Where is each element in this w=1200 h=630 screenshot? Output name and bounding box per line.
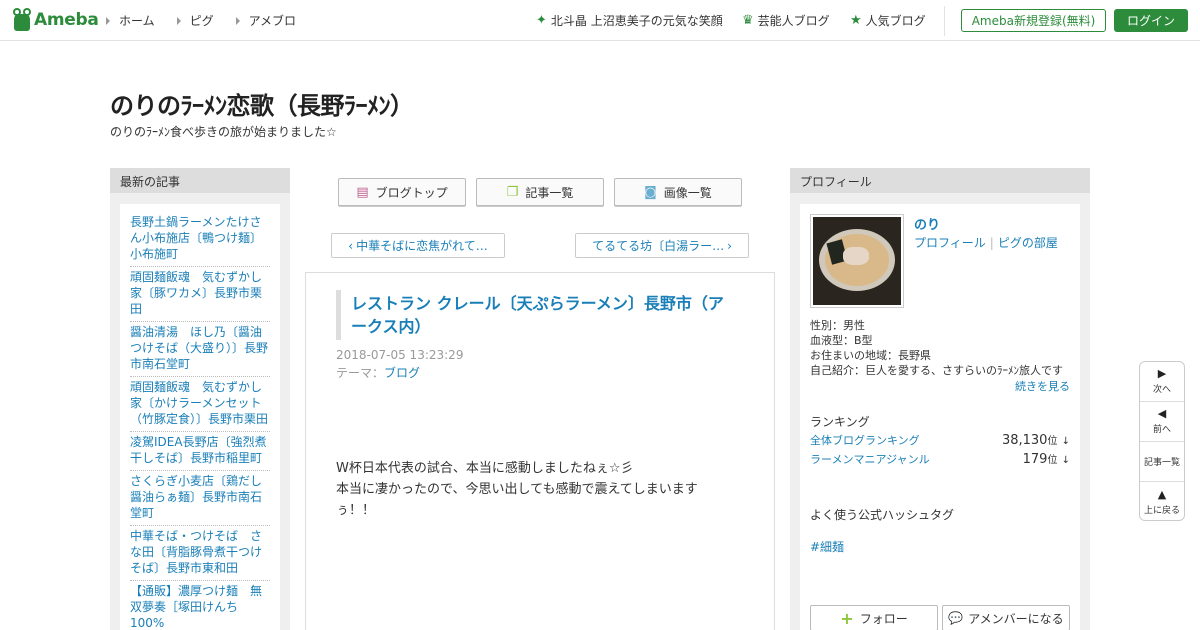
logo-text: Ameba [34,10,99,30]
global-header: Ameba ホーム ピグ アメブロ ✦ 北斗晶 上沼恵美子の元気な笑顔 ♛ 芸能人ブ… [0,0,1200,41]
recent-article-link[interactable]: 長野土鍋ラーメンたけさん小布施店〔鴨つけ麺〕小布施町 [130,212,270,267]
recent-article-link[interactable]: さくらぎ小麦店〔鶏だし醤油らぁ麺〕長野市南石堂町 [130,471,270,526]
floating-nav: ▶ 次へ ◀ 前へ 記事一覧 ▲ 上に戻る [1139,361,1185,521]
star-icon: ★ [850,13,862,28]
recent-article-link[interactable]: 頑固麺飯魂 気むずかし家〔かけラーメンセット（竹豚定食）〕長野市栗田 [130,377,270,432]
camera-icon: ◙ [644,184,657,200]
pages-icon: ❐ [506,184,519,200]
triangle-right-icon [106,16,110,25]
recent-articles-panel: 最新の記事 長野土鍋ラーメンたけさん小布施店〔鴨つけ麺〕小布施町 頑固麺飯魂 気… [110,168,290,630]
sparkle-icon: ✦ [536,13,547,28]
chat-icon: 💬 [948,611,964,625]
profile-panel: プロフィール のり プロフィール | ピグの部屋 性別：男性 血液型：B型 お住まい… [790,168,1090,630]
ranking-row: ラーメンマニアジャンル 179位 ↓ [810,451,1070,467]
chevron-right-icon: › [727,238,732,253]
ranking-heading: ランキング [810,415,870,429]
recent-articles-heading: 最新の記事 [110,168,290,193]
amember-button[interactable]: 💬 アメンバーになる [942,605,1070,630]
profile-link[interactable]: プロフィール [914,236,986,250]
blog-description: のりのﾗｰﾒﾝ食べ歩きの旅が始まりました☆ [110,125,337,139]
next-article-link[interactable]: てるてる坊〔白湯ラー… › [575,233,749,258]
login-button[interactable]: ログイン [1114,9,1188,32]
profile-area: お住まいの地域：長野県 [810,349,931,362]
article-paragraph: W杯日本代表の試合、本当に感動しましたねぇ☆彡 [336,461,634,476]
ranking-row: 全体ブログランキング 38,130位 ↓ [810,432,1070,448]
recent-article-link[interactable]: 頑固麺飯魂 気むずかし家〔豚ワカメ〕長野市栗田 [130,267,270,322]
play-right-icon: ▶ [1157,367,1167,380]
article-theme: テーマ：ブログ [336,366,421,380]
article-body: W杯日本代表の試合、本当に感動しましたねぇ☆彡 本当に凄かったので、今思い出して… [336,458,736,521]
follow-button[interactable]: + フォロー [810,605,938,630]
article-paragraph: 本当に凄かったので、今思い出しても感動で震えてしまいますぅ！！ [336,482,698,518]
plus-icon: + [840,608,854,628]
read-more-link[interactable]: 続きを見る [1015,378,1070,394]
ranking-value: 179位 ↓ [1022,452,1070,467]
blog-title[interactable]: のりのﾗｰﾒﾝ恋歌（長野ﾗｰﾒﾝ） [110,86,414,121]
down-arrow-icon: ↓ [1061,436,1070,447]
header-divider [944,6,945,36]
link-separator: | [989,236,994,250]
article-list-button[interactable]: ❐ 記事一覧 [476,178,604,206]
play-left-icon: ◀ [1157,407,1167,420]
hashtag-heading: よく使う公式ハッシュタグ [810,508,955,522]
crown-icon: ♛ [742,13,754,28]
nav-home[interactable]: ホーム [106,12,155,29]
profile-links: プロフィール | ピグの部屋 [914,234,1058,251]
recent-article-link[interactable]: 【通販】濃厚つけ麺 無双夢奏［塚田けんち100% [130,581,270,630]
article-title[interactable]: レストラン クレール〔天ぷらラーメン〕長野市（アークス内） [336,290,736,340]
highlight-link-popular[interactable]: ★ 人気ブログ [850,12,926,29]
profile-gender: 性別：男性 [810,319,865,332]
hashtag-link[interactable]: #細麺 [810,538,844,555]
profile-name[interactable]: のり [914,214,940,233]
nav-pig[interactable]: ピグ [176,12,214,29]
triangle-right-icon [176,16,181,25]
article: レストラン クレール〔天ぷらラーメン〕長野市（アークス内） 2018-07-05… [305,272,775,630]
nav-ameblo[interactable]: アメブロ [235,12,296,29]
float-list-button[interactable]: 記事一覧 [1140,442,1184,482]
chevron-left-icon: ‹ [348,238,354,253]
float-top-button[interactable]: ▲ 上に戻る [1140,482,1184,522]
profile-info: 性別：男性 血液型：B型 お住まいの地域：長野県 自己紹介：巨人を愛する、さすら… [810,318,1072,378]
float-prev-button[interactable]: ◀ 前へ [1140,402,1184,442]
article-date: 2018-07-05 13:23:29 [336,348,464,362]
genre-ranking-link[interactable]: ラーメンマニアジャンル [810,451,930,467]
float-next-button[interactable]: ▶ 次へ [1140,362,1184,402]
recent-article-link[interactable]: 凌駕IDEA長野店〔強烈煮干しそば〕長野市稲里町 [130,432,270,471]
down-arrow-icon: ↓ [1061,455,1070,466]
highlight-link-news[interactable]: ✦ 北斗晶 上沼恵美子の元気な笑顔 [536,12,723,29]
triangle-right-icon [235,16,240,25]
global-nav: ホーム ピグ アメブロ [106,12,318,29]
profile-intro: 自己紹介：巨人を愛する、さすらいのﾗｰﾒﾝ旅人です [810,364,1063,377]
ameba-logo[interactable]: Ameba [12,8,99,32]
profile-box: のり プロフィール | ピグの部屋 性別：男性 血液型：B型 お住まいの地域：長野県… [800,204,1080,630]
blog-top-button[interactable]: ▤ ブログトップ [338,178,466,206]
register-button[interactable]: Ameba新規登録(無料) [961,9,1106,32]
image-list-button[interactable]: ◙ 画像一覧 [614,178,742,206]
ranking-value: 38,130位 ↓ [1001,433,1070,448]
theme-link[interactable]: ブログ [384,366,420,380]
highlight-link-celebrity[interactable]: ♛ 芸能人ブログ [742,12,830,29]
profile-heading: プロフィール [790,168,1090,193]
profile-image[interactable] [810,214,904,308]
pig-room-link[interactable]: ピグの部屋 [998,236,1058,250]
frog-logo-icon [12,8,32,32]
recent-article-link[interactable]: 醤油清湯 ほし乃〔醤油つけそば（大盛り）〕長野市南石堂町 [130,322,270,377]
triangle-up-icon: ▲ [1157,487,1167,501]
recent-articles-list: 長野土鍋ラーメンたけさん小布施店〔鴨つけ麺〕小布施町 頑固麺飯魂 気むずかし家〔… [120,204,280,630]
prev-article-link[interactable]: ‹ 中華そばに恋焦がれて… [331,233,505,258]
document-icon: ▤ [356,184,369,200]
profile-blood-type: 血液型：B型 [810,334,873,347]
overall-ranking-link[interactable]: 全体ブログランキング [810,432,920,448]
recent-article-link[interactable]: 中華そば・つけそば さな田〔背脂豚骨煮干つけそば〕長野市東和田 [130,526,270,581]
